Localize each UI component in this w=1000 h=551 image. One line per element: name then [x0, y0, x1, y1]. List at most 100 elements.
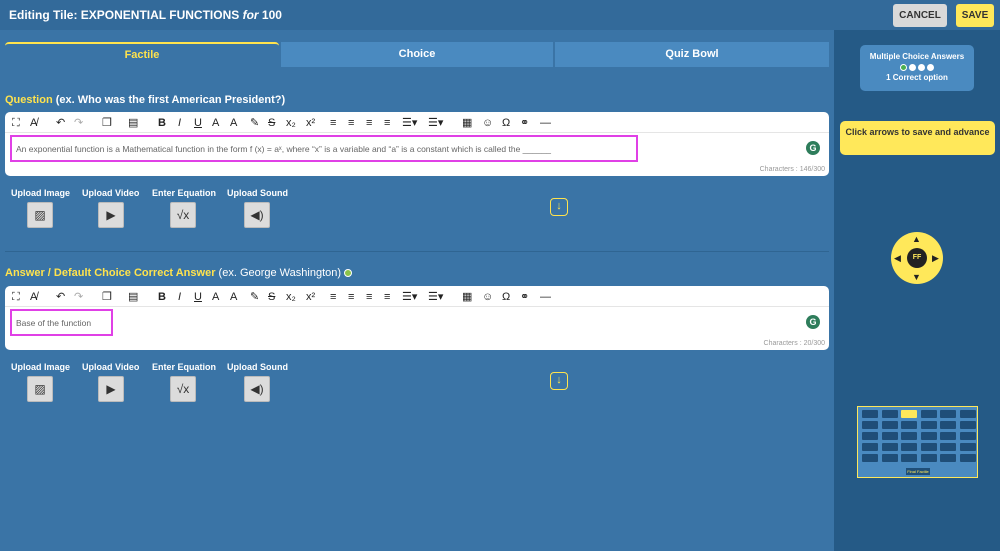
image-icon[interactable]: ▨ [27, 376, 53, 402]
underline-icon[interactable]: U [194, 116, 202, 130]
bold-icon[interactable]: B [158, 290, 166, 304]
question-editor[interactable]: ⛶ A̸ ↶ ↷ ❐ ▤ B I U A A ✎ S x₂ x² ≡ ≡ ≡ ≡… [5, 112, 829, 176]
tab-choice[interactable]: Choice [281, 42, 553, 67]
redo-icon[interactable]: ↷ [74, 290, 83, 304]
align-left-icon[interactable]: ≡ [330, 290, 336, 304]
board-cell[interactable] [959, 443, 976, 451]
sqrt-icon[interactable]: √x [170, 376, 196, 402]
video-icon[interactable]: ▶ [98, 376, 124, 402]
sqrt-icon[interactable]: √x [170, 202, 196, 228]
board-cell[interactable] [940, 454, 956, 462]
italic-icon[interactable]: I [178, 116, 181, 130]
emoji-icon[interactable]: ☺ [482, 290, 493, 304]
video-icon[interactable]: ▶ [98, 202, 124, 228]
subscript-icon[interactable]: x₂ [286, 290, 296, 304]
board-cell[interactable] [881, 443, 898, 451]
omega-icon[interactable]: Ω [502, 290, 510, 304]
bg-color-icon[interactable]: A [230, 290, 237, 304]
board-cell[interactable] [959, 454, 976, 462]
board-cell[interactable] [920, 443, 937, 451]
italic-icon[interactable]: I [178, 290, 181, 304]
image-icon[interactable]: ▨ [27, 202, 53, 228]
align-right-icon[interactable]: ≡ [366, 290, 372, 304]
emoji-icon[interactable]: ☺ [482, 116, 493, 130]
highlight-icon[interactable]: ✎ [250, 290, 259, 304]
copy-icon[interactable]: ❐ [102, 290, 112, 304]
board-cell[interactable] [881, 421, 898, 429]
board-cell[interactable] [881, 454, 898, 462]
board-cell[interactable] [862, 410, 878, 418]
board-cell[interactable] [901, 443, 917, 451]
strikethrough-icon[interactable]: S [268, 290, 275, 304]
bg-color-icon[interactable]: A [230, 116, 237, 130]
arrow-left-icon[interactable]: ◀ [894, 253, 901, 264]
move-down-icon[interactable]: ↓ [550, 372, 568, 390]
grammarly-icon[interactable]: G [806, 315, 820, 329]
align-center-icon[interactable]: ≡ [348, 116, 354, 130]
board-cell[interactable] [959, 421, 976, 429]
game-board-preview[interactable]: Final Factile [857, 406, 978, 478]
clear-format-icon[interactable]: A̸ [30, 290, 37, 304]
bullet-list-icon[interactable]: ☰▾ [428, 116, 443, 130]
board-cell[interactable] [901, 421, 917, 429]
text-color-icon[interactable]: A [212, 116, 219, 130]
board-cell[interactable] [940, 432, 956, 440]
board-cell[interactable] [959, 432, 976, 440]
tab-quiz-bowl[interactable]: Quiz Bowl [555, 42, 829, 67]
horizontal-rule-icon[interactable]: — [540, 116, 551, 130]
question-text[interactable]: An exponential function is a Mathematica… [10, 135, 638, 162]
board-cell[interactable] [920, 421, 937, 429]
ordered-list-icon[interactable]: ☰▾ [402, 290, 417, 304]
copy-icon[interactable]: ❐ [102, 116, 112, 130]
bold-icon[interactable]: B [158, 116, 166, 130]
strikethrough-icon[interactable]: S [268, 116, 275, 130]
board-cell[interactable] [959, 410, 976, 418]
paste-icon[interactable]: ▤ [128, 116, 138, 130]
justify-icon[interactable]: ≡ [384, 290, 390, 304]
board-cell[interactable] [901, 454, 917, 462]
board-cell[interactable] [940, 421, 956, 429]
board-cell[interactable] [901, 432, 917, 440]
fullscreen-icon[interactable]: ⛶ [12, 290, 20, 304]
ordered-list-icon[interactable]: ☰▾ [402, 116, 417, 130]
table-icon[interactable]: ▦ [462, 290, 472, 304]
bullet-list-icon[interactable]: ☰▾ [428, 290, 443, 304]
highlight-icon[interactable]: ✎ [250, 116, 259, 130]
undo-icon[interactable]: ↶ [56, 290, 65, 304]
horizontal-rule-icon[interactable]: — [540, 290, 551, 304]
paste-icon[interactable]: ▤ [128, 290, 138, 304]
sound-icon[interactable]: ◀) [244, 376, 270, 402]
tab-factile[interactable]: Factile [5, 42, 279, 67]
board-cell[interactable] [920, 410, 937, 418]
board-cell[interactable] [940, 410, 956, 418]
multiple-choice-answers-card[interactable]: Multiple Choice Answers 1 Correct option [860, 45, 974, 91]
clear-format-icon[interactable]: A̸ [30, 116, 37, 130]
subscript-icon[interactable]: x₂ [286, 116, 296, 130]
link-icon[interactable]: ⚭ [520, 290, 529, 304]
board-cell[interactable] [862, 454, 878, 462]
text-color-icon[interactable]: A [212, 290, 219, 304]
link-icon[interactable]: ⚭ [520, 116, 529, 130]
board-cell[interactable] [940, 443, 956, 451]
navigation-dpad[interactable]: ▲ ▼ ◀ ▶ FF [891, 232, 943, 284]
save-button[interactable]: SAVE [956, 4, 994, 27]
align-right-icon[interactable]: ≡ [366, 116, 372, 130]
table-icon[interactable]: ▦ [462, 116, 472, 130]
board-cell[interactable] [901, 410, 917, 418]
undo-icon[interactable]: ↶ [56, 116, 65, 130]
superscript-icon[interactable]: x² [306, 116, 315, 130]
board-cell[interactable] [881, 432, 898, 440]
answer-text[interactable]: Base of the function [10, 309, 113, 336]
board-cell[interactable] [920, 432, 937, 440]
arrow-up-icon[interactable]: ▲ [912, 234, 921, 244]
redo-icon[interactable]: ↷ [74, 116, 83, 130]
arrow-down-icon[interactable]: ▼ [912, 272, 921, 282]
move-down-icon[interactable]: ↓ [550, 198, 568, 216]
arrow-right-icon[interactable]: ▶ [932, 253, 939, 264]
justify-icon[interactable]: ≡ [384, 116, 390, 130]
board-cell[interactable] [881, 410, 898, 418]
sound-icon[interactable]: ◀) [244, 202, 270, 228]
cancel-button[interactable]: CANCEL [893, 4, 947, 27]
board-cell[interactable] [862, 443, 878, 451]
board-cell[interactable] [862, 432, 878, 440]
